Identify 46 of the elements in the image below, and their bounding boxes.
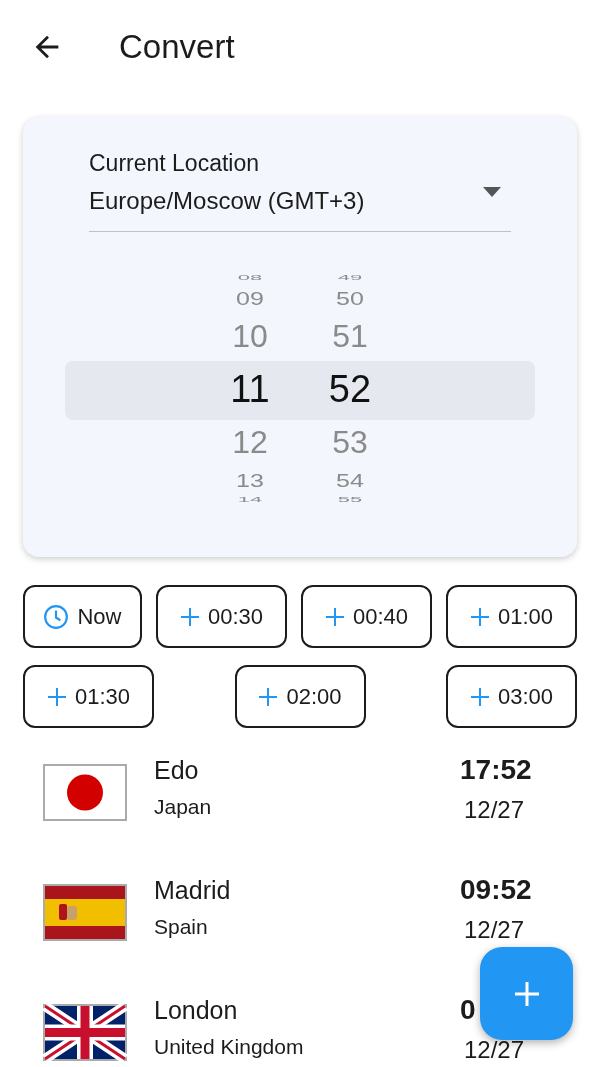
city-time: 09:52 xyxy=(460,873,532,907)
picker-value[interactable]: 54 xyxy=(336,470,364,490)
add-city-button[interactable] xyxy=(480,947,573,1040)
plus-icon xyxy=(46,686,67,707)
now-button[interactable]: Now xyxy=(23,585,142,648)
clock-icon xyxy=(43,603,70,630)
dropdown-label: Current Location xyxy=(89,149,261,178)
picker-value[interactable]: 11 xyxy=(230,370,270,408)
add-time-button[interactable]: 00:30 xyxy=(156,585,287,648)
plus-icon xyxy=(469,686,490,707)
plus-icon xyxy=(324,606,345,627)
plus-icon xyxy=(469,606,490,627)
add-time-button[interactable]: 01:30 xyxy=(23,665,154,728)
picker-value[interactable]: 52 xyxy=(328,370,372,408)
picker-value[interactable]: 12 xyxy=(232,426,268,458)
page-title: Convert xyxy=(119,27,235,68)
add-time-button[interactable]: 00:40 xyxy=(301,585,432,648)
picker-value[interactable]: 10 xyxy=(232,320,268,352)
picker-value[interactable]: 13 xyxy=(236,470,264,490)
flag-icon xyxy=(43,884,127,941)
city-date: 12/27 xyxy=(464,795,525,825)
add-time-button[interactable]: 01:00 xyxy=(446,585,577,648)
picker-value[interactable]: 09 xyxy=(236,288,264,308)
picker-value[interactable]: 50 xyxy=(336,288,364,308)
add-time-button[interactable]: 03:00 xyxy=(446,665,577,728)
picker-value[interactable]: 51 xyxy=(332,320,368,352)
country-name: United Kingdom xyxy=(154,1034,305,1060)
add-time-button[interactable]: 02:00 xyxy=(234,665,366,728)
city-time: 17:52 xyxy=(460,753,532,787)
city-name: Madrid xyxy=(154,875,232,906)
flag-icon xyxy=(43,1004,127,1061)
dropdown-caret-icon xyxy=(483,187,501,197)
location-dropdown[interactable]: Current Location Europe/Moscow (GMT+3) xyxy=(89,147,511,232)
picker-value[interactable]: 53 xyxy=(332,426,368,458)
country-name: Japan xyxy=(154,794,213,820)
plus-icon xyxy=(512,979,541,1008)
city-name: Edo xyxy=(154,755,200,786)
plus-icon xyxy=(258,686,279,707)
city-time: 0 xyxy=(460,993,476,1027)
dropdown-value: Europe/Moscow (GMT+3) xyxy=(89,186,366,216)
city-date: 12/27 xyxy=(464,1035,525,1065)
city-name: London xyxy=(154,995,239,1026)
plus-icon xyxy=(179,606,200,627)
city-date: 12/27 xyxy=(464,915,525,945)
flag-icon xyxy=(43,764,127,821)
country-name: Spain xyxy=(154,914,209,940)
